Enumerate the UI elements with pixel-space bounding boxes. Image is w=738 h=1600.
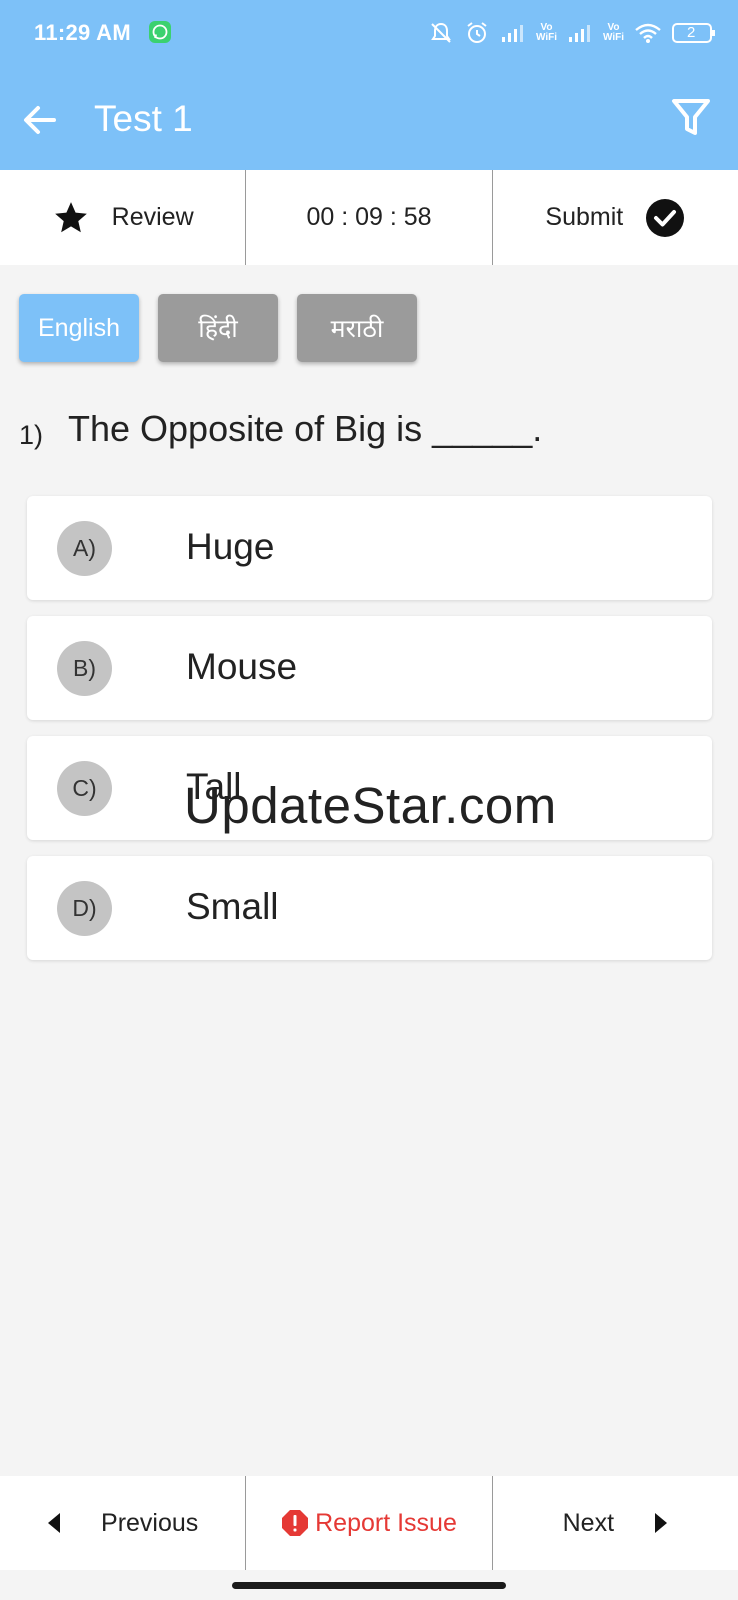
review-button[interactable]: Review (0, 170, 245, 265)
back-arrow-icon[interactable] (20, 100, 60, 140)
option-text: Small (186, 886, 279, 927)
report-issue-button[interactable]: Report Issue (245, 1476, 491, 1570)
home-indicator[interactable] (232, 1582, 506, 1589)
option-d[interactable]: D) Small (27, 856, 712, 960)
timer-value: 00 : 09 : 58 (306, 203, 432, 231)
timer: 00 : 09 : 58 (245, 170, 491, 265)
language-button-marathi[interactable]: मराठी (297, 294, 417, 362)
alarm-icon (464, 20, 490, 46)
caret-left-icon (47, 1512, 61, 1534)
option-letter-badge: A) (57, 521, 112, 576)
page-title: Test 1 (94, 98, 193, 139)
language-button-english[interactable]: English (19, 294, 139, 362)
battery-icon: 2 (672, 22, 716, 44)
language-selector: English हिंदी मराठी (19, 294, 417, 362)
question-text: The Opposite of Big is _____. (68, 408, 543, 449)
option-letter-badge: B) (57, 641, 112, 696)
previous-button[interactable]: Previous (0, 1476, 245, 1570)
alert-icon (281, 1509, 309, 1537)
check-circle-icon (645, 198, 685, 238)
caret-right-icon (654, 1512, 668, 1534)
signal-icon (500, 23, 526, 43)
option-letter-badge: C) (57, 761, 112, 816)
option-text: Huge (186, 526, 275, 567)
question-number: 1) (19, 420, 44, 450)
filter-icon[interactable] (670, 96, 712, 138)
submit-label: Submit (545, 203, 624, 231)
vowifi-icon: Vo WiFi (535, 22, 557, 43)
submit-button[interactable]: Submit (491, 170, 738, 265)
signal-icon (567, 23, 593, 43)
vowifi-icon: Vo WiFi (602, 22, 624, 43)
star-icon (52, 199, 90, 237)
mute-icon (428, 20, 454, 46)
report-issue-label: Report Issue (315, 1508, 457, 1537)
battery-level: 2 (687, 24, 696, 41)
next-button[interactable]: Next (491, 1476, 738, 1570)
wifi-icon (634, 22, 662, 44)
app-bar: Test 1 (0, 66, 738, 170)
status-time: 11:29 AM (34, 20, 131, 45)
language-button-hindi[interactable]: हिंदी (158, 294, 278, 362)
watermark: UpdateStar.com (184, 777, 557, 834)
option-b[interactable]: B) Mouse (27, 616, 712, 720)
option-letter-badge: D) (57, 881, 112, 936)
status-bar: 11:29 AM Vo WiFi Vo WiFi 2 (0, 0, 738, 66)
test-toolbar: Review 00 : 09 : 58 Submit (0, 170, 738, 265)
previous-label: Previous (101, 1508, 199, 1537)
review-label: Review (111, 203, 194, 231)
bottom-navigation: Previous Report Issue Next (0, 1476, 738, 1570)
option-text: Mouse (186, 646, 298, 687)
next-label: Next (562, 1508, 615, 1537)
whatsapp-icon (148, 20, 172, 44)
option-a[interactable]: A) Huge (27, 496, 712, 600)
